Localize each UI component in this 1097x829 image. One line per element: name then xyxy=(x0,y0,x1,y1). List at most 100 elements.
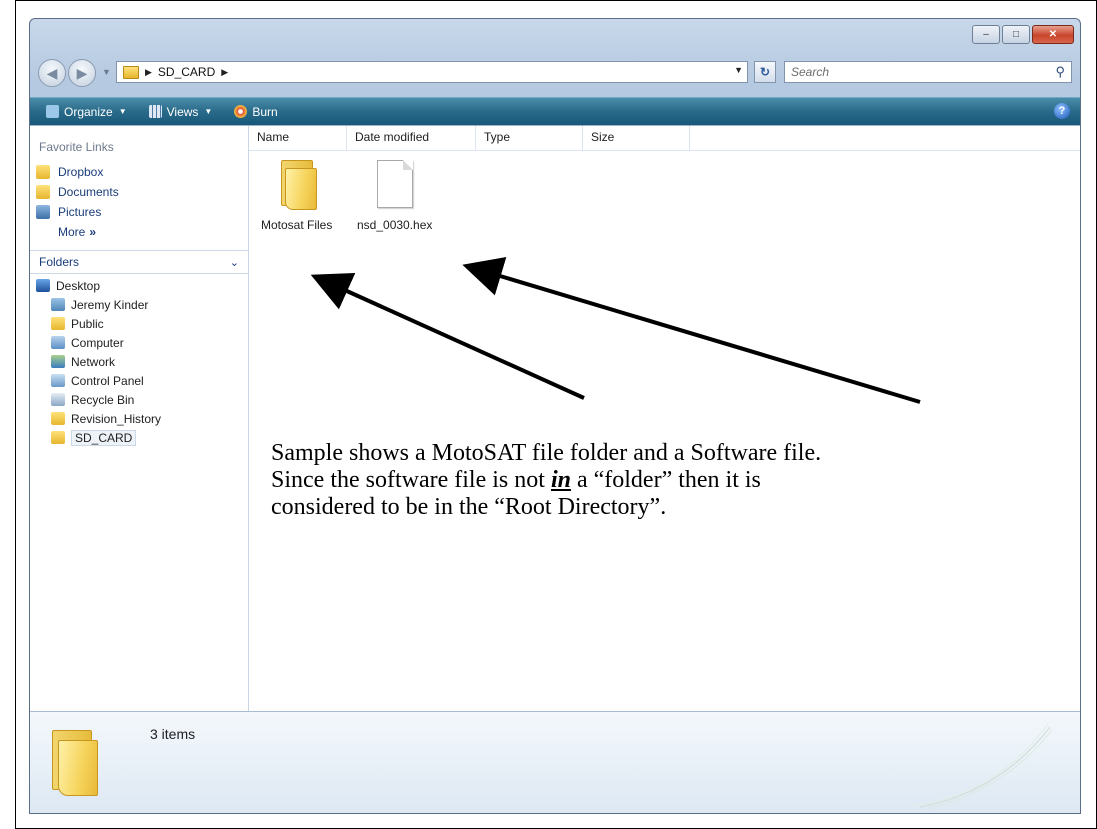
decorative-swoosh-icon xyxy=(910,723,1053,809)
explorer-window: – □ ✕ ◀ ▶ ▼ ▶ SD_CARD ▶ ▼ ↻ Search ⚲ Org… xyxy=(29,18,1081,814)
column-header-type[interactable]: Type xyxy=(476,126,583,150)
control-panel-icon xyxy=(51,374,65,387)
minimize-button[interactable]: – xyxy=(972,25,1000,44)
file-icon xyxy=(376,160,413,208)
favorite-link-label: Documents xyxy=(58,185,119,199)
search-placeholder: Search xyxy=(791,65,830,79)
details-pane: 3 items xyxy=(30,711,1080,813)
burn-disc-icon xyxy=(234,105,248,118)
annotation-line-2-end: a “folder” then it is xyxy=(570,467,761,493)
recent-pages-dropdown-icon[interactable]: ▼ xyxy=(102,67,111,77)
search-input[interactable]: Search ⚲ xyxy=(784,61,1072,83)
tree-item-label: Control Panel xyxy=(71,373,144,388)
more-links[interactable]: More » xyxy=(30,222,248,242)
refresh-button[interactable]: ↻ xyxy=(754,61,776,83)
desktop-icon xyxy=(36,279,50,292)
close-button[interactable]: ✕ xyxy=(1032,25,1074,44)
command-toolbar: Organize ▼ Views ▼ Burn ? xyxy=(30,97,1080,125)
tree-item-network[interactable]: Network xyxy=(30,352,248,371)
file-item-motosat-files[interactable]: Motosat Files xyxy=(261,160,332,232)
favorite-links-header: Favorite Links xyxy=(39,140,114,154)
annotation-text: Sample shows a MotoSAT file folder and a… xyxy=(271,440,1041,521)
network-icon xyxy=(51,355,65,368)
folders-header[interactable]: Folders ⌄ xyxy=(30,250,248,274)
favorite-link-label: Pictures xyxy=(58,205,102,219)
views-label: Views xyxy=(166,104,199,119)
file-list-pane: Name Date modified Type Size Motosat Fil… xyxy=(249,126,1080,712)
content-area: Favorite Links Dropbox Documents Picture… xyxy=(30,125,1080,712)
annotation-line-3: considered to be in the “Root Directory”… xyxy=(271,494,667,520)
folder-tree: Desktop Jeremy Kinder Public Computer Ne… xyxy=(30,274,248,447)
forward-button[interactable]: ▶ xyxy=(68,59,96,87)
breadcrumb-sd-card[interactable]: SD_CARD xyxy=(158,65,215,79)
folders-label: Folders xyxy=(39,255,80,269)
favorite-link-pictures[interactable]: Pictures xyxy=(30,202,248,222)
file-item-label: nsd_0030.hex xyxy=(357,218,433,232)
double-chevron-icon: » xyxy=(89,225,97,239)
favorite-link-dropbox[interactable]: Dropbox xyxy=(30,162,248,182)
item-count: 3 items xyxy=(150,726,196,742)
back-button[interactable]: ◀ xyxy=(38,59,66,87)
tree-item-revision-history[interactable]: Revision_History xyxy=(30,409,248,428)
organize-button[interactable]: Organize ▼ xyxy=(40,103,133,121)
address-dropdown-icon[interactable]: ▼ xyxy=(734,65,743,75)
folder-icon xyxy=(51,431,65,444)
refresh-icon: ↻ xyxy=(759,65,771,79)
forward-arrow-icon: ▶ xyxy=(76,64,88,81)
back-arrow-icon: ◀ xyxy=(46,64,58,81)
chevron-down-icon: ⌄ xyxy=(229,256,239,269)
address-row: ◀ ▶ ▼ ▶ SD_CARD ▶ ▼ ↻ Search ⚲ xyxy=(38,57,1072,89)
file-item-nsd-0030-hex[interactable]: nsd_0030.hex xyxy=(357,160,432,232)
tree-item-label: Revision_History xyxy=(71,411,162,426)
maximize-button[interactable]: □ xyxy=(1002,25,1030,44)
views-icon xyxy=(148,105,162,118)
tree-item-label: Network xyxy=(71,354,116,369)
tree-item-label: Computer xyxy=(71,335,124,350)
documents-icon xyxy=(36,185,50,199)
tree-item-label: Jeremy Kinder xyxy=(71,297,149,312)
annotation-line-2: Since the software file is not in a “fol… xyxy=(271,467,1041,494)
breadcrumb-chevron-icon[interactable]: ▶ xyxy=(221,67,228,78)
annotation-line-2-start: Since the software file is not xyxy=(271,467,551,493)
column-header-name[interactable]: Name xyxy=(249,126,347,150)
pictures-icon xyxy=(36,205,50,219)
views-button[interactable]: Views ▼ xyxy=(143,103,219,121)
annotation-line-1: Sample shows a MotoSAT file folder and a… xyxy=(271,440,822,466)
organize-icon xyxy=(46,105,59,118)
search-icon[interactable]: ⚲ xyxy=(1055,64,1065,80)
column-header-size[interactable]: Size xyxy=(583,126,690,150)
burn-label: Burn xyxy=(252,104,278,119)
computer-icon xyxy=(51,336,65,349)
folder-icon xyxy=(277,160,317,210)
tree-item-computer[interactable]: Computer xyxy=(30,333,248,352)
tree-item-public[interactable]: Public xyxy=(30,314,248,333)
favorite-link-documents[interactable]: Documents xyxy=(30,182,248,202)
column-header-date-modified[interactable]: Date modified xyxy=(347,126,476,150)
tree-item-recycle-bin[interactable]: Recycle Bin xyxy=(30,390,248,409)
tree-item-label: Public xyxy=(71,316,104,331)
folder-icon xyxy=(52,730,102,796)
tree-item-control-panel[interactable]: Control Panel xyxy=(30,371,248,390)
breadcrumb-chevron-icon[interactable]: ▶ xyxy=(145,67,152,78)
tree-item-label: SD_CARD xyxy=(71,429,137,446)
favorite-link-label: Dropbox xyxy=(58,165,104,179)
tree-item-jeremy-kinder[interactable]: Jeremy Kinder xyxy=(30,295,248,314)
address-bar[interactable]: ▶ SD_CARD ▶ ▼ xyxy=(116,61,748,83)
more-label: More xyxy=(58,225,86,239)
tree-item-label: Desktop xyxy=(56,278,101,293)
tree-item-desktop[interactable]: Desktop xyxy=(30,276,248,295)
folder-icon xyxy=(123,65,139,79)
chevron-down-icon: ▼ xyxy=(204,107,213,116)
tree-item-sd-card[interactable]: SD_CARD xyxy=(30,428,248,447)
user-folder-icon xyxy=(51,298,65,311)
tree-item-label: Recycle Bin xyxy=(71,392,135,407)
annotation-emphasis: in xyxy=(550,467,571,493)
chevron-down-icon: ▼ xyxy=(118,107,127,116)
burn-button[interactable]: Burn xyxy=(228,103,283,121)
recycle-bin-icon xyxy=(51,393,65,406)
navigation-pane: Favorite Links Dropbox Documents Picture… xyxy=(30,126,249,712)
folder-icon xyxy=(51,412,65,425)
dropbox-icon xyxy=(36,165,50,179)
column-headers: Name Date modified Type Size xyxy=(249,126,1080,151)
help-icon[interactable]: ? xyxy=(1054,103,1070,119)
